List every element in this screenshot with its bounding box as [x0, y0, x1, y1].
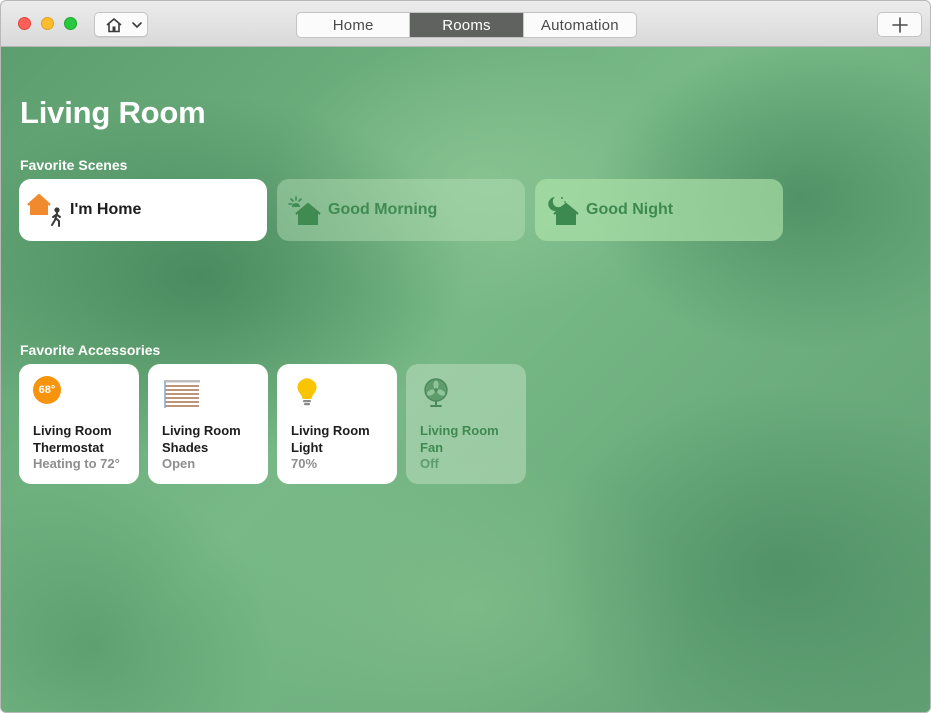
scene-im-home[interactable]: I'm Home	[19, 179, 267, 241]
lightbulb-icon	[297, 378, 317, 406]
home-app-window: Home Rooms Automation Living Room Favori…	[0, 0, 931, 713]
arrive-home-icon	[27, 193, 61, 227]
house-icon	[106, 18, 122, 33]
tab-rooms[interactable]: Rooms	[410, 13, 524, 37]
view-switcher: Home Rooms Automation	[296, 12, 637, 38]
accessory-name: Living Room Fan	[420, 423, 499, 455]
accessory-status: 70%	[291, 456, 318, 471]
morning-sun-house-icon	[288, 196, 321, 225]
room-title: Living Room	[20, 95, 206, 130]
night-moon-house-icon	[548, 197, 579, 225]
accessory-name: Living Room Thermostat	[33, 423, 112, 455]
accessory-name: Living Room Shades	[162, 423, 241, 455]
close-window-button[interactable]	[18, 17, 31, 30]
add-button[interactable]	[877, 12, 922, 37]
favorite-scenes-label: Favorite Scenes	[20, 157, 128, 173]
accessory-name: Living Room Light	[291, 423, 370, 455]
accessory-status: Heating to 72°	[33, 456, 120, 471]
scene-label: Good Morning	[328, 201, 438, 218]
titlebar: Home Rooms Automation	[1, 1, 930, 47]
home-menu-button[interactable]	[94, 12, 148, 37]
room-content: Living Room Favorite Scenes I'm Home Goo…	[1, 47, 930, 712]
accessory-status: Open	[162, 456, 196, 471]
scene-label: Good Night	[586, 201, 674, 218]
tab-home[interactable]: Home	[297, 13, 411, 37]
scene-label: I'm Home	[70, 201, 142, 218]
zoom-window-button[interactable]	[64, 17, 77, 30]
scene-good-morning[interactable]: Good Morning	[277, 179, 525, 241]
accessory-light[interactable]: Living Room Light 70%	[277, 364, 397, 484]
accessory-thermostat[interactable]: 68° Living Room Thermostat Heating to 72…	[19, 364, 139, 484]
scene-good-night[interactable]: Good Night	[535, 179, 783, 241]
temperature-badge: 68°	[33, 376, 61, 404]
chevron-down-icon	[132, 22, 142, 29]
thermostat-icon: 68°	[33, 376, 65, 408]
accessory-fan[interactable]: Living Room Fan Off	[406, 364, 526, 484]
minimize-window-button[interactable]	[41, 17, 54, 30]
shades-icon	[164, 380, 200, 408]
accessory-status: Off	[420, 456, 439, 471]
fan-icon	[424, 378, 448, 407]
plus-icon	[892, 17, 908, 33]
favorite-accessories-label: Favorite Accessories	[20, 342, 161, 358]
tab-automation[interactable]: Automation	[524, 13, 636, 37]
accessory-shades[interactable]: Living Room Shades Open	[148, 364, 268, 484]
